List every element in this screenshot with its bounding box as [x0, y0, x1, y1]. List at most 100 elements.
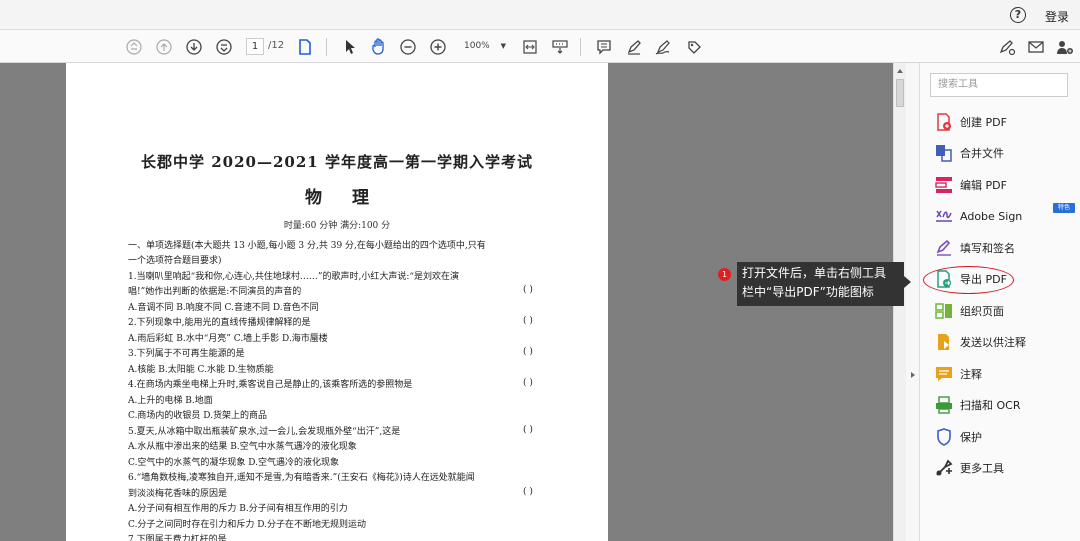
keyboard-icon[interactable]: [550, 30, 570, 63]
tool-label: 注释: [960, 368, 982, 381]
question-line: A.上升的电梯 B.地面: [128, 396, 213, 406]
tool-comment[interactable]: 注释: [934, 361, 1074, 387]
zoom-in-icon[interactable]: [428, 30, 448, 63]
toolbar-divider: [580, 38, 581, 56]
zoom-select[interactable]: 100% ▼: [460, 38, 508, 55]
tool-label: 填写和签名: [960, 242, 1015, 255]
tool-protect[interactable]: 保护: [934, 424, 1074, 450]
question-line: 2.下列现象中,能用光的直线传播规律解释的是: [128, 318, 311, 328]
highlight-pen-icon[interactable]: [624, 30, 644, 63]
page-total: /12: [268, 40, 285, 51]
tool-label: 合并文件: [960, 147, 1004, 160]
question-line: 唱!”她作出判断的依据是:不同演员的声音的: [128, 287, 302, 297]
callout-line: 打开文件后，单击右侧工具: [742, 266, 887, 280]
question-line: A.雨后彩虹 B.水中“月亮” C.墙上手影 D.海市蜃楼: [128, 334, 328, 344]
question-line: C.商场内的收银员 D.货架上的商品: [128, 411, 268, 421]
scrollbar-thumb[interactable]: [896, 79, 904, 107]
page-number-input[interactable]: 1: [246, 38, 264, 55]
exam-title: 长郡中学 2020—2021 学年度高一第一学期入学考试: [141, 153, 533, 171]
page-fit-icon[interactable]: [295, 30, 315, 63]
combine-files-icon: [934, 143, 954, 163]
toolbar-divider: [326, 38, 327, 56]
answer-paren: ( ): [523, 285, 533, 295]
adobe-sign-icon: [934, 206, 954, 226]
answer-paren: ( ): [523, 347, 533, 357]
next-page-icon[interactable]: [184, 30, 204, 63]
collapse-panel-icon[interactable]: [911, 372, 915, 378]
answer-paren: ( ): [523, 425, 533, 435]
zoom-value: 100%: [464, 41, 490, 51]
zoom-out-icon[interactable]: [398, 30, 418, 63]
tool-label: Adobe Sign: [960, 209, 1023, 223]
tool-fill-sign[interactable]: 填写和签名: [934, 235, 1074, 261]
stamp-icon[interactable]: [684, 30, 704, 63]
top-bar: ? 登录: [0, 0, 1080, 30]
exam-meta: 时量:60 分钟 满分:100 分: [283, 221, 391, 231]
exam-subject: 物理: [305, 188, 399, 208]
highlight-circle: [923, 266, 1014, 294]
edit-pdf-icon: [934, 175, 954, 195]
organize-pages-icon: [934, 301, 954, 321]
step-number-badge: 1: [718, 268, 731, 281]
question-line: 1.当喇叭里响起“我和你,心连心,共住地球村……”的歌声时,小红大声说:“是刘欢…: [128, 272, 460, 282]
mail-icon[interactable]: [1026, 30, 1046, 63]
comment-icon: [934, 364, 954, 384]
comment-tool-icon[interactable]: [594, 30, 614, 63]
fit-width-icon[interactable]: [520, 30, 540, 63]
question-line: 5.夏天,从冰箱中取出瓶装矿泉水,过一会儿,会发现瓶外壁“出汗”,这是: [128, 427, 401, 437]
more-tools-icon: [934, 458, 954, 478]
answer-paren: ( ): [523, 487, 533, 497]
question-line: C.空气中的水蒸气的凝华现象 D.空气遇冷的液化现象: [128, 458, 340, 468]
tool-label: 发送以供注释: [960, 336, 1026, 349]
previous-page-icon[interactable]: [154, 30, 174, 63]
last-page-icon[interactable]: [214, 30, 234, 63]
tool-label: 创建 PDF: [960, 116, 1007, 129]
answer-paren: ( ): [523, 316, 533, 326]
fill-sign-icon: [934, 238, 954, 258]
question-line: 6.“墙角数枝梅,凌寒独自开,遥知不是雪,为有暗香来.”(王安石《梅花》)诗人在…: [128, 473, 475, 483]
send-comment-icon: [934, 332, 954, 352]
tool-adobe-sign[interactable]: Adobe Sign: [934, 203, 1074, 229]
select-cursor-icon[interactable]: [340, 30, 360, 63]
question-line: A.水从瓶中渗出来的结果 B.空气中水蒸气遇冷的液化现象: [128, 442, 357, 452]
question-line: A.核能 B.太阳能 C.水能 D.生物质能: [128, 365, 274, 375]
question-line: C.分子之间同时存在引力和斥力 D.分子在不断地无规则运动: [128, 520, 367, 530]
first-page-icon[interactable]: [124, 30, 144, 63]
login-link[interactable]: 登录: [1045, 8, 1069, 25]
create-pdf-icon: [934, 112, 954, 132]
question-line: 3.下列属于不可再生能源的是: [128, 349, 245, 359]
tool-label: 组织页面: [960, 305, 1004, 318]
share-link-icon[interactable]: [996, 30, 1018, 63]
search-tools-input[interactable]: 搜索工具: [930, 73, 1068, 97]
tool-label: 更多工具: [960, 462, 1004, 475]
tool-edit-pdf[interactable]: 编辑 PDF: [934, 172, 1074, 198]
scroll-up-icon[interactable]: [897, 69, 903, 73]
main-toolbar: 1 /12 100% ▼: [0, 30, 1080, 63]
tool-organize-pages[interactable]: 组织页面: [934, 298, 1074, 324]
tool-combine-files[interactable]: 合并文件: [934, 140, 1074, 166]
add-user-icon[interactable]: [1054, 30, 1076, 63]
help-icon[interactable]: ?: [1010, 7, 1026, 23]
tool-scan-ocr[interactable]: 扫描和 OCR: [934, 392, 1074, 418]
question-line: 7.下图属于费力杠杆的是: [128, 535, 227, 541]
question-line: A.分子间有相互作用的斥力 B.分子间有相互作用的引力: [128, 504, 348, 514]
tool-send-comment[interactable]: 发送以供注释: [934, 329, 1074, 355]
scan-ocr-icon: [934, 395, 954, 415]
protect-icon: [934, 427, 954, 447]
instruction-callout: 打开文件后，单击右侧工具 栏中“导出PDF”功能图标: [737, 262, 911, 306]
question-line: 一个选项符合题目要求): [128, 256, 222, 266]
question-line: 到淡淡梅花香味的原因是: [128, 489, 228, 499]
sign-icon[interactable]: [654, 30, 674, 63]
question-line: A.音调不同 B.响度不同 C.音速不同 D.音色不同: [128, 303, 319, 313]
tool-label: 编辑 PDF: [960, 179, 1007, 192]
answer-paren: ( ): [523, 378, 533, 388]
hand-tool-icon[interactable]: [368, 30, 390, 63]
tool-create-pdf[interactable]: 创建 PDF: [934, 109, 1074, 135]
tool-more-tools[interactable]: 更多工具: [934, 455, 1074, 481]
question-line: 4.在商场内乘坐电梯上升时,乘客说自己是静止的,该乘客所选的参照物是: [128, 380, 413, 390]
chevron-down-icon: ▼: [500, 42, 506, 50]
callout-line: 栏中“导出PDF”功能图标: [742, 285, 874, 299]
pdf-page: 长郡中学 2020—2021 学年度高一第一学期入学考试 物理 时量:60 分钟…: [66, 63, 608, 541]
panel-collapse-strip[interactable]: [906, 63, 920, 541]
question-line: 一、单项选择题(本大题共 13 小题,每小题 3 分,共 39 分,在每小题给出…: [128, 241, 486, 251]
